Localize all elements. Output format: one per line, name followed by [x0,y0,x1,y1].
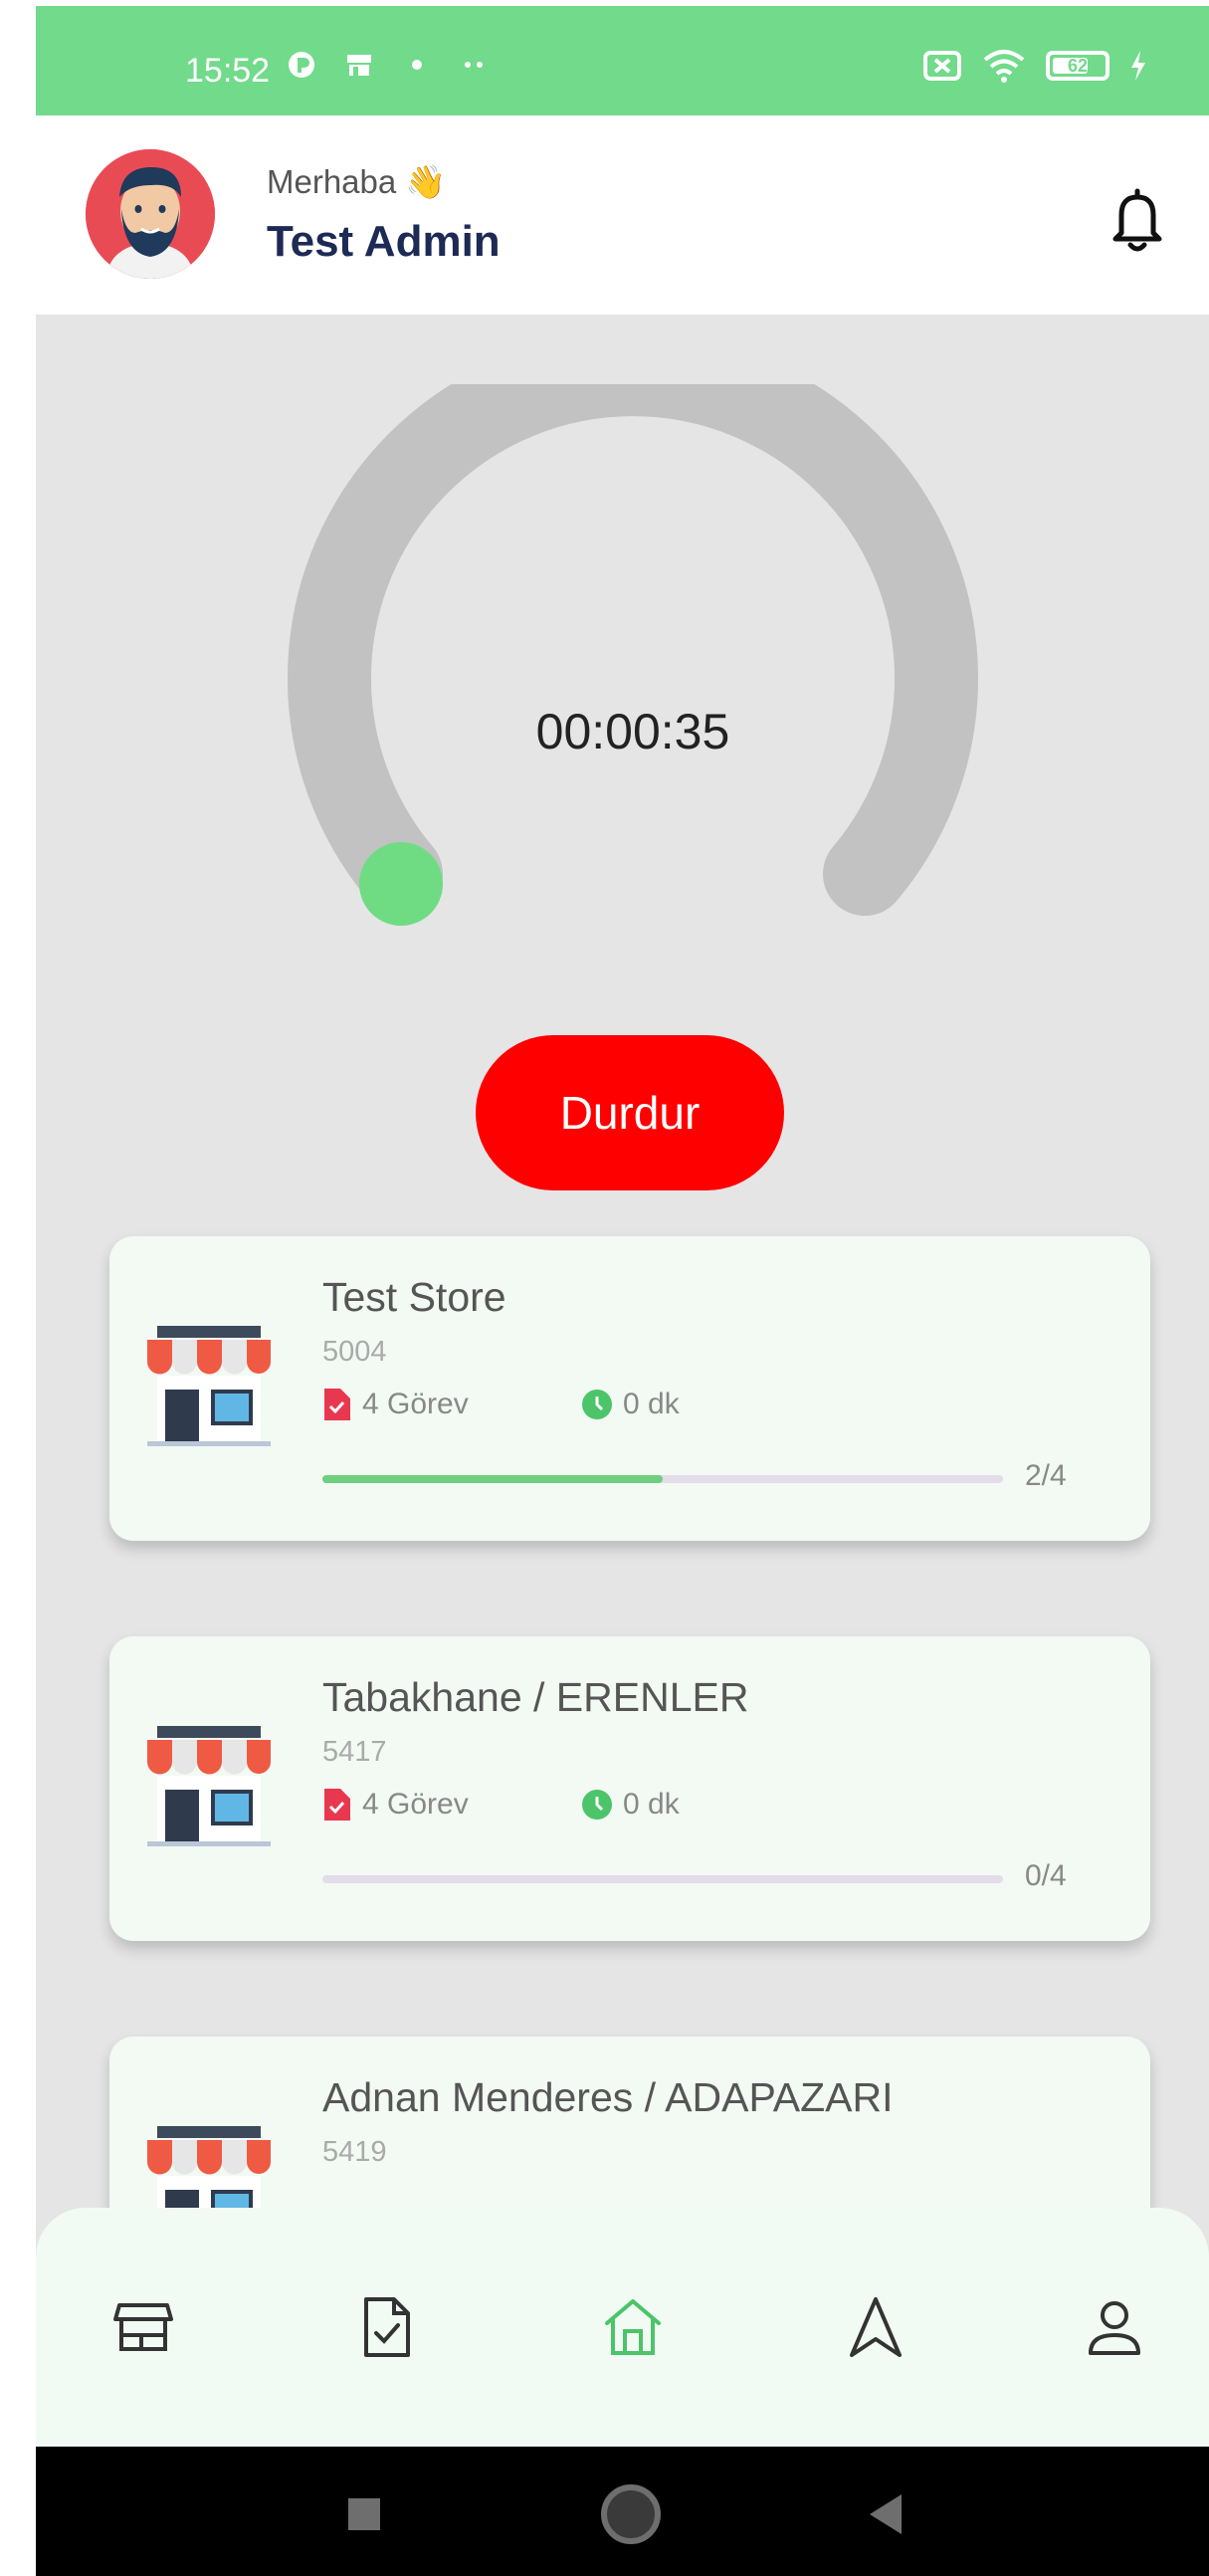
store-icon [147,1726,271,1846]
app-notification-icon [289,52,314,78]
nav-home-icon[interactable] [601,2295,665,2359]
store-name: Tabakhane / ERENLER [322,1674,749,1720]
back-button[interactable] [870,2494,902,2534]
store-code: 5004 [322,1336,387,1368]
nav-store-icon[interactable] [111,2295,175,2359]
timer-gauge [288,384,978,926]
progress-count: 0/4 [1025,1859,1067,1892]
system-navigation-bar [36,2447,1209,2576]
clock-icon [582,1390,612,1419]
notification-bell-icon[interactable] [1108,185,1167,255]
nav-profile-icon[interactable] [1083,2295,1146,2359]
store-code: 5419 [322,2136,387,2168]
app-screen: 15:52 62 Merhaba 👋 Test Admin 00:00:35 D… [36,6,1209,2576]
progress-fill [322,1475,663,1483]
recent-apps-button[interactable] [348,2498,380,2530]
duration: 0 dk [623,1388,680,1420]
progress-bar [322,1475,1003,1483]
progress-bar [322,1875,1003,1883]
user-avatar-icon [86,149,215,279]
more-notifications-icon [465,62,483,68]
clock-icon [582,1790,612,1820]
bottom-navigation [36,2208,1209,2447]
store-card[interactable]: Test Store 5004 4 Görev 0 dk 2/4 [109,1236,1150,1541]
battery-level: 62 [1067,55,1089,76]
store-icon [147,1326,271,1446]
greeting-text: Merhaba 👋 [267,163,447,200]
user-name: Test Admin [267,217,501,266]
duration: 0 dk [623,1788,680,1821]
task-count: 4 Görev [362,1388,469,1420]
gauge-progress-knob[interactable] [359,842,443,926]
progress-count: 2/4 [1025,1459,1067,1492]
store-notification-icon [347,55,371,76]
task-count: 4 Görev [362,1788,469,1821]
home-button[interactable] [601,2484,661,2544]
wifi-icon [983,50,1025,83]
task-document-icon [324,1789,350,1821]
app-header: Merhaba 👋 Test Admin [36,115,1209,315]
store-code: 5417 [322,1736,387,1768]
store-card[interactable]: Tabakhane / ERENLER 5417 4 Görev 0 dk 0/… [109,1636,1150,1941]
status-bar: 15:52 62 [36,6,1209,115]
battery-icon: 62 [1046,51,1109,81]
dot-icon [412,60,422,70]
nav-navigation-icon[interactable] [844,2295,907,2359]
gauge-track [288,384,978,916]
store-name: Test Store [322,1274,506,1320]
nav-tasks-icon[interactable] [354,2295,418,2359]
elapsed-time: 00:00:35 [535,704,730,759]
no-sim-icon [923,51,961,81]
task-document-icon [324,1389,350,1420]
charging-icon [1131,51,1145,81]
status-time: 15:52 [185,52,271,90]
store-name: Adnan Menderes / ADAPAZARI [322,2074,894,2120]
stop-button[interactable]: Durdur [476,1035,784,1190]
avatar[interactable] [86,149,215,279]
